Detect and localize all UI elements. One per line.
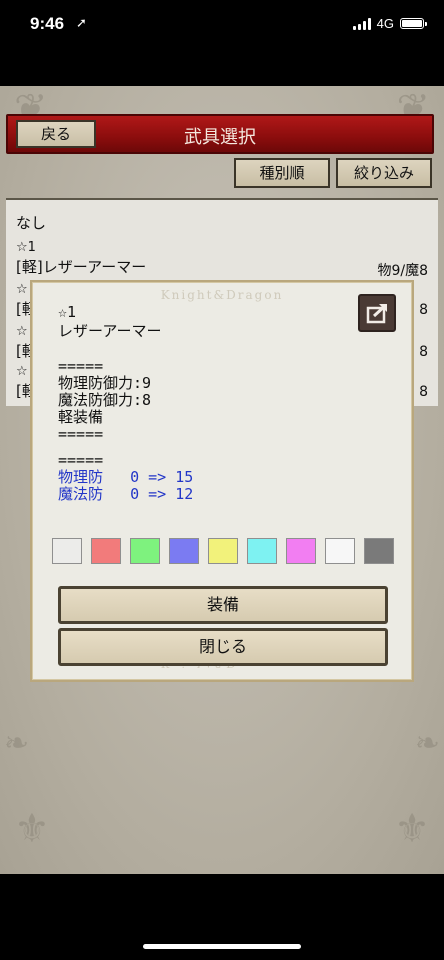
color-swatch[interactable] bbox=[247, 538, 277, 564]
color-swatch[interactable] bbox=[52, 538, 82, 564]
separator-text: ===== bbox=[58, 425, 104, 443]
screen-header: 戻る 武具選択 bbox=[6, 114, 434, 154]
item-stats: 8 bbox=[419, 384, 428, 400]
phys-def-text: 物理防御力:9 bbox=[58, 374, 152, 392]
color-swatch[interactable] bbox=[91, 538, 121, 564]
network-type: 4G bbox=[376, 16, 394, 31]
watermark-logo: Knight&Dragon bbox=[160, 288, 284, 302]
color-swatch[interactable] bbox=[286, 538, 316, 564]
item-name[interactable]: [軽]レザーアーマー bbox=[16, 256, 146, 277]
share-icon bbox=[366, 303, 388, 324]
home-indicator[interactable] bbox=[143, 944, 301, 949]
signal-icon bbox=[352, 17, 371, 30]
color-swatch[interactable] bbox=[208, 538, 238, 564]
separator-text: ===== bbox=[58, 357, 104, 375]
item-rank: ☆1 bbox=[16, 240, 36, 255]
mag-def-text: 魔法防御力:8 bbox=[58, 391, 152, 409]
color-swatch[interactable] bbox=[364, 538, 394, 564]
item-stats: 8 bbox=[419, 302, 428, 318]
color-swatch[interactable] bbox=[325, 538, 355, 564]
mag-change-text: 魔法防 0 => 12 bbox=[58, 485, 194, 503]
phys-change-text: 物理防 0 => 15 bbox=[58, 468, 194, 486]
dialog-item-name: レザーアーマー bbox=[58, 322, 162, 340]
ornament-icon: ❧ bbox=[4, 726, 30, 761]
item-stats: 物9/魔8 bbox=[377, 263, 428, 279]
equip-button[interactable]: 装備 bbox=[58, 586, 388, 624]
item-rank: ☆ bbox=[16, 282, 28, 297]
color-swatches bbox=[52, 538, 394, 564]
dialog-rank: ☆1 bbox=[58, 303, 77, 321]
color-swatch[interactable] bbox=[130, 538, 160, 564]
game-screen: ❦ ❦ ⚜ ⚜ ❧ ❧ 戻る 武具選択 種別順 絞り込み なし ☆1 [軽]レザ… bbox=[0, 86, 444, 874]
screen-title: 武具選択 bbox=[184, 127, 256, 148]
item-rank: ☆ bbox=[16, 364, 28, 379]
status-bar: 9:46 ➚ 4G bbox=[0, 0, 444, 52]
location-arrow-icon: ➚ bbox=[76, 16, 87, 31]
list-item-none[interactable]: なし bbox=[16, 212, 46, 233]
separator-text: ===== bbox=[58, 451, 104, 469]
ornament-icon: ⚜ bbox=[394, 806, 430, 852]
item-rank: ☆ bbox=[16, 324, 28, 339]
item-detail-dialog: Knight&Dragon Knight&Dragon ☆1 レザーアーマー =… bbox=[30, 280, 414, 682]
item-stats: 8 bbox=[419, 344, 428, 360]
share-button[interactable] bbox=[358, 294, 396, 332]
ornament-icon: ❧ bbox=[414, 726, 440, 761]
color-swatch[interactable] bbox=[169, 538, 199, 564]
battery-icon bbox=[400, 18, 427, 29]
close-button[interactable]: 閉じる bbox=[58, 628, 388, 666]
status-time: 9:46 bbox=[30, 14, 65, 33]
filter-button[interactable]: 絞り込み bbox=[336, 158, 432, 188]
ornament-icon: ⚜ bbox=[14, 806, 50, 852]
sort-button[interactable]: 種別順 bbox=[234, 158, 330, 188]
equip-type-text: 軽装備 bbox=[58, 408, 104, 426]
status-right: 4G bbox=[352, 16, 427, 31]
